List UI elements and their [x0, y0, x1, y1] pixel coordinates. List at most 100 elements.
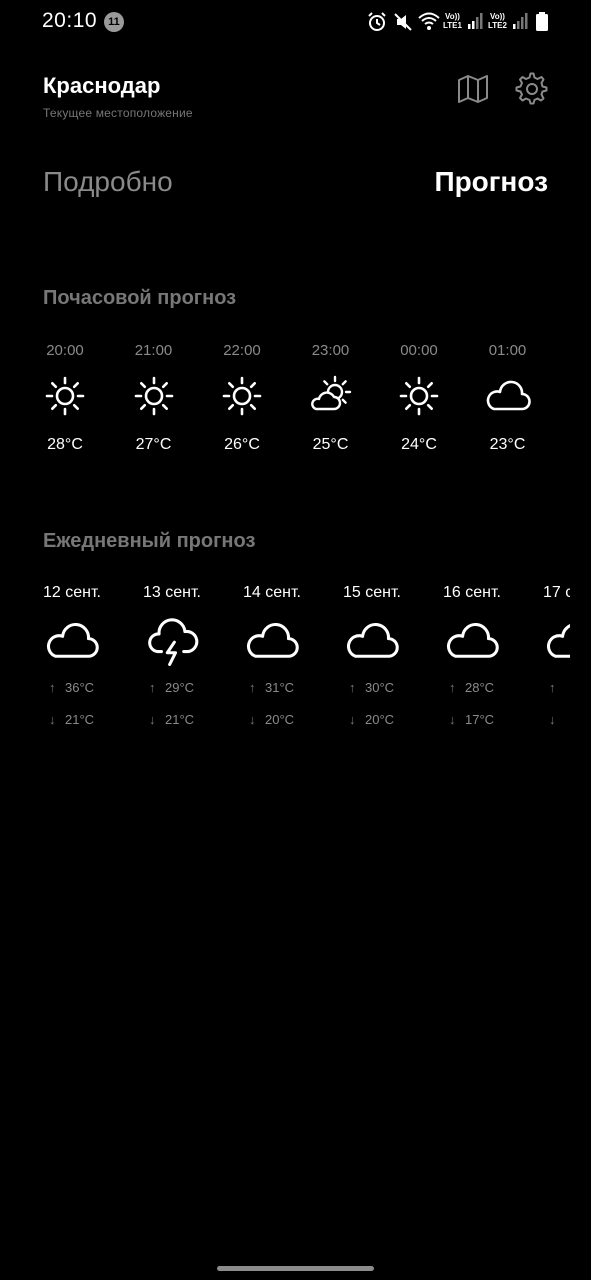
daily-date: 13 сент. [143, 584, 201, 601]
daily-high: ↑ 36°C [49, 680, 94, 695]
hourly-item: 21:00 27°C [110, 338, 198, 468]
daily-low-temp: 20°C [265, 712, 295, 727]
settings-button[interactable] [515, 72, 549, 106]
daily-item[interactable]: 15 сент. ↑ 30°C ↓ 20°C [343, 580, 443, 740]
status-time: 20:10 [42, 9, 98, 32]
daily-high: ↑ [549, 680, 565, 695]
daily-low: ↓ 20°C [249, 712, 294, 727]
daily-high-temp: 36°C [65, 680, 95, 695]
alarm-icon [368, 12, 386, 31]
sim1-volte-label: Vo)) [445, 12, 460, 21]
daily-high: ↑ 31°C [249, 680, 294, 695]
status-bar: 20:10 11 Vo)) LTE1 Vo)) LTE2 [0, 0, 591, 44]
sun-icon [222, 376, 262, 416]
arrow-up-icon: ↑ [149, 680, 156, 695]
arrow-up-icon: ↑ [449, 680, 456, 695]
daily-item[interactable]: 13 сент. ↑ 29°C ↓ 21°C [143, 580, 243, 740]
location-header: Краснодар Текущее местоположение [0, 60, 591, 130]
arrow-down-icon: ↓ [49, 712, 56, 727]
daily-date: 15 сент. [343, 584, 401, 601]
arrow-down-icon: ↓ [549, 712, 556, 727]
hourly-temp: 25°C [312, 436, 349, 453]
sim1-lte-label: LTE1 [443, 21, 462, 30]
hourly-item: 23:00 25°C [287, 338, 375, 468]
gear-icon [515, 72, 548, 105]
daily-low: ↓ [549, 712, 565, 727]
daily-low: ↓ 21°C [49, 712, 94, 727]
daily-low-temp: 21°C [165, 712, 195, 727]
hourly-temp: 23°C [489, 436, 526, 453]
daily-date: 16 сент. [443, 584, 501, 601]
daily-high-temp: 28°C [465, 680, 495, 695]
hourly-item: 20:00 28°C [21, 338, 109, 468]
arrow-down-icon: ↓ [149, 712, 156, 727]
daily-low-temp: 21°C [65, 712, 95, 727]
daily-item[interactable]: 12 сент. ↑ 36°C ↓ 21°C [43, 580, 143, 740]
sim2-lte-label: LTE2 [488, 21, 507, 30]
daily-high: ↑ 29°C [149, 680, 194, 695]
hourly-time: 22:00 [223, 342, 261, 359]
daily-date: 12 сент. [43, 584, 101, 601]
daily-high-temp: 30°C [365, 680, 395, 695]
cloud-icon [486, 380, 531, 411]
arrow-down-icon: ↓ [249, 712, 256, 727]
daily-low-temp: 20°C [365, 712, 395, 727]
hourly-time: 20:00 [46, 342, 84, 359]
cloud-icon [246, 623, 299, 658]
arrow-down-icon: ↓ [449, 712, 456, 727]
signal-icon [468, 13, 483, 29]
hourly-time: 23:00 [311, 342, 350, 359]
tab-forecast[interactable]: Прогноз [434, 166, 548, 198]
hourly-time: 01:00 [488, 342, 527, 359]
sun-icon [45, 376, 85, 416]
hourly-item: 22:00 26°C [198, 338, 286, 468]
daily-item[interactable]: 14 сент. ↑ 31°C ↓ 20°C [243, 580, 343, 740]
hourly-temp: 26°C [224, 436, 260, 453]
cloud-icon [346, 623, 399, 658]
city-name[interactable]: Краснодар [43, 73, 160, 99]
daily-item[interactable]: 16 сент. ↑ 28°C ↓ 17°C [443, 580, 543, 740]
mute-icon [394, 13, 412, 31]
hourly-forecast-list[interactable]: 20:00 28°C 21:00 27°C 22:00 26°C 23:00 25°C 00:0… [21, 338, 581, 468]
battery-icon [536, 12, 548, 31]
arrow-up-icon: ↑ [349, 680, 356, 695]
daily-high: ↑ 28°C [449, 680, 494, 695]
daily-low-temp: 17°C [465, 712, 495, 727]
daily-forecast-title: Ежедневный прогноз [43, 530, 256, 552]
home-indicator[interactable] [217, 1266, 374, 1271]
arrow-down-icon: ↓ [349, 712, 356, 727]
arrow-up-icon: ↑ [549, 680, 556, 695]
location-subtitle: Текущее местоположение [43, 106, 193, 120]
sim2-volte-label: Vo)) [490, 12, 505, 21]
map-button[interactable] [456, 72, 490, 106]
hourly-forecast-title: Почасовой прогноз [43, 287, 237, 309]
daily-low: ↓ 17°C [449, 712, 494, 727]
hourly-time: 00:00 [400, 342, 438, 359]
daily-high: ↑ 30°C [349, 680, 394, 695]
hourly-item: 00:00 24°C [375, 338, 463, 468]
sun-icon [134, 376, 173, 416]
daily-low: ↓ 21°C [149, 712, 194, 727]
cloud-icon [46, 623, 99, 658]
notification-count-badge: 11 [104, 12, 124, 32]
daily-forecast-list[interactable]: 12 сент. ↑ 36°C ↓ 21°C 13 сент. ↑ 29°C ↓ 21°C 14 с… [0, 580, 570, 740]
cloud-icon [446, 623, 499, 658]
map-icon [458, 75, 488, 103]
daily-date: 17 с [543, 584, 570, 601]
sun-icon [399, 376, 439, 416]
view-tabs: Подробно Прогноз [0, 160, 591, 210]
partly-cloudy-icon [310, 375, 351, 411]
daily-date: 14 сент. [243, 584, 301, 601]
wifi-icon [418, 12, 440, 30]
daily-item[interactable]: 17 с ↑ ↓ [543, 580, 570, 740]
daily-high-temp: 31°C [265, 680, 295, 695]
hourly-time: 21:00 [134, 342, 173, 359]
thunderstorm-icon [148, 618, 199, 667]
arrow-up-icon: ↑ [249, 680, 256, 695]
hourly-temp: 24°C [401, 436, 437, 453]
signal-icon [513, 13, 528, 29]
daily-low: ↓ 20°C [349, 712, 394, 727]
arrow-up-icon: ↑ [49, 680, 56, 695]
cloud-icon [546, 624, 570, 658]
tab-detail[interactable]: Подробно [43, 166, 173, 198]
